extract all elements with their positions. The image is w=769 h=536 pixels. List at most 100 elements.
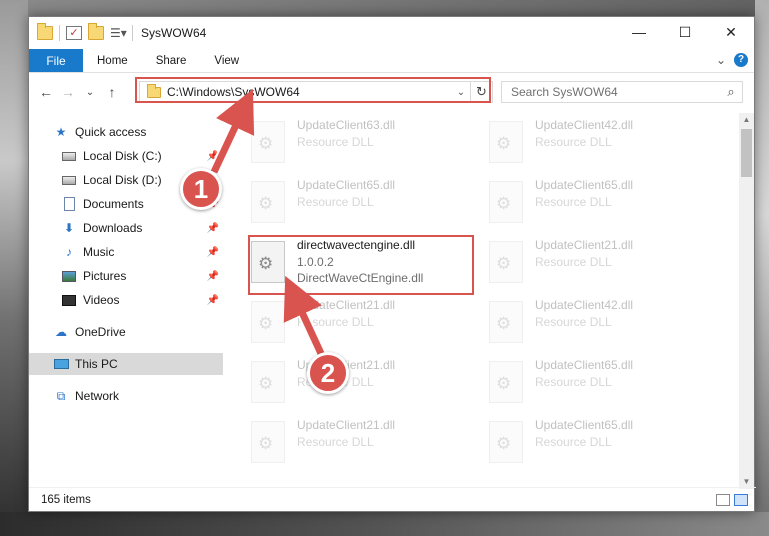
tab-home[interactable]: Home [83, 49, 142, 72]
pin-icon[interactable]: 📌 [207, 223, 219, 234]
sidebar-item-this-pc[interactable]: This PC [29, 353, 223, 375]
status-bar: 165 items [29, 487, 756, 511]
search-input[interactable] [511, 85, 720, 99]
item-count: 165 items [41, 493, 91, 506]
computer-icon [53, 357, 69, 371]
step-1-badge: 1 [180, 168, 222, 210]
desktop-background-left [0, 0, 28, 536]
toolbar-separator [59, 25, 60, 41]
file-type: Resource DLL [535, 315, 612, 329]
file-type: Resource DLL [297, 135, 374, 149]
list-item[interactable]: UpdateClient63.dll Resource DLL [251, 117, 395, 173]
dll-file-icon [251, 361, 285, 403]
vertical-scrollbar[interactable]: ▲ ▼ [739, 113, 754, 489]
ribbon-right-controls: ⌄ ? [716, 53, 748, 67]
quick-access-toolbar: ✓ ☰▾ [29, 23, 133, 41]
sidebar-item-videos[interactable]: Videos 📌 [29, 289, 223, 311]
sidebar-item-onedrive[interactable]: ☁ OneDrive [29, 321, 223, 343]
drive-icon [61, 149, 77, 163]
pin-icon[interactable]: 📌 [207, 151, 219, 162]
close-button[interactable]: ✕ [708, 17, 754, 47]
pin-icon[interactable]: 📌 [207, 271, 219, 282]
sidebar-item-quick-access[interactable]: ★ Quick access [29, 121, 223, 143]
sidebar-item-label: Downloads [83, 221, 143, 235]
dll-file-icon [489, 121, 523, 163]
sidebar-item-label: Documents [83, 197, 144, 211]
dll-file-icon [489, 241, 523, 283]
minimize-button[interactable]: — [616, 17, 662, 47]
address-highlight-box [135, 77, 491, 103]
file-type: Resource DLL [297, 315, 374, 329]
window-controls: — ☐ ✕ [616, 17, 754, 47]
music-note-icon: ♪ [66, 245, 72, 259]
sidebar-item-music[interactable]: ♪ Music 📌 [29, 241, 223, 263]
pin-icon[interactable]: 📌 [207, 247, 219, 258]
title-bar: ✓ ☰▾ SysWOW64 — ☐ ✕ [29, 17, 754, 49]
sidebar-item-downloads[interactable]: ⬇ Downloads 📌 [29, 217, 223, 239]
list-item[interactable]: UpdateClient21.dll Resource DLL [251, 297, 395, 353]
tab-file[interactable]: File [29, 49, 83, 72]
up-button[interactable]: ↑ [101, 84, 123, 100]
recent-locations-button[interactable]: ⌄ [79, 87, 101, 98]
large-icons-view-icon[interactable] [734, 494, 748, 506]
file-type: Resource DLL [535, 435, 612, 449]
expand-ribbon-icon[interactable]: ⌄ [716, 53, 726, 67]
maximize-button[interactable]: ☐ [662, 17, 708, 47]
list-item[interactable]: UpdateClient21.dll Resource DLL [251, 417, 395, 473]
film-icon [61, 293, 77, 307]
file-name: UpdateClient21.dll [297, 418, 396, 432]
sidebar-item-label: Local Disk (D:) [83, 173, 162, 187]
step-2-badge: 2 [307, 352, 349, 394]
file-name: UpdateClient42.dll [535, 298, 634, 312]
sidebar-item-label: Pictures [83, 269, 127, 283]
search-icon[interactable]: ⌕ [720, 84, 742, 100]
list-item[interactable]: UpdateClient65.dll Resource DLL [251, 177, 395, 233]
network-icon: ⧉ [56, 388, 66, 403]
picture-icon [61, 269, 77, 283]
list-item[interactable]: UpdateClient65.dll Resource DLL [489, 357, 633, 413]
help-icon[interactable]: ? [734, 53, 748, 67]
tab-view[interactable]: View [200, 49, 253, 72]
sidebar-item-label: Local Disk (C:) [83, 149, 162, 163]
file-name: UpdateClient42.dll [535, 118, 634, 132]
search-box[interactable]: ⌕ [501, 81, 743, 103]
file-type: Resource DLL [535, 135, 612, 149]
file-name: UpdateClient21.dll [297, 298, 396, 312]
cloud-icon: ☁ [55, 325, 67, 339]
file-name: UpdateClient65.dll [297, 178, 396, 192]
details-view-icon[interactable] [716, 494, 730, 506]
sidebar-item-label: This PC [75, 357, 118, 371]
file-name: UpdateClient65.dll [535, 358, 634, 372]
file-type: Resource DLL [535, 255, 612, 269]
list-item[interactable]: UpdateClient42.dll Resource DLL [489, 297, 633, 353]
sidebar-item-pictures[interactable]: Pictures 📌 [29, 265, 223, 287]
tab-share[interactable]: Share [142, 49, 201, 72]
new-folder-icon[interactable] [88, 23, 104, 40]
properties-check-icon[interactable]: ✓ [66, 26, 82, 40]
download-icon: ⬇ [63, 221, 75, 235]
file-type: Resource DLL [297, 435, 374, 449]
file-list: UpdateClient63.dll Resource DLL UpdateCli… [225, 113, 741, 489]
customize-toolbar-icon[interactable]: ☰▾ [110, 26, 127, 40]
sidebar-item-network[interactable]: ⧉ Network [29, 385, 223, 407]
file-explorer-window: ✓ ☰▾ SysWOW64 — ☐ ✕ File Home Share View… [28, 16, 756, 512]
main-area: ★ Quick access Local Disk (C:) 📌 Local D… [29, 113, 756, 489]
file-name: UpdateClient65.dll [535, 418, 634, 432]
dll-file-icon [489, 301, 523, 343]
list-item[interactable]: UpdateClient42.dll Resource DLL [489, 117, 633, 173]
file-type: Resource DLL [535, 195, 612, 209]
list-item[interactable]: UpdateClient65.dll Resource DLL [489, 417, 633, 473]
list-item[interactable]: UpdateClient21.dll Resource DLL [489, 237, 633, 293]
toolbar-separator [132, 25, 133, 41]
sidebar-item-local-disk-c[interactable]: Local Disk (C:) 📌 [29, 145, 223, 167]
dll-file-icon [251, 301, 285, 343]
scrollbar-thumb[interactable] [741, 129, 752, 177]
forward-button[interactable]: → [57, 84, 79, 100]
back-button[interactable]: ← [35, 84, 57, 100]
sidebar-item-label: OneDrive [75, 325, 126, 339]
scroll-up-icon[interactable]: ▲ [739, 113, 754, 127]
document-icon [61, 197, 77, 211]
list-item[interactable]: UpdateClient65.dll Resource DLL [489, 177, 633, 233]
drive-icon [61, 173, 77, 187]
pin-icon[interactable]: 📌 [207, 295, 219, 306]
